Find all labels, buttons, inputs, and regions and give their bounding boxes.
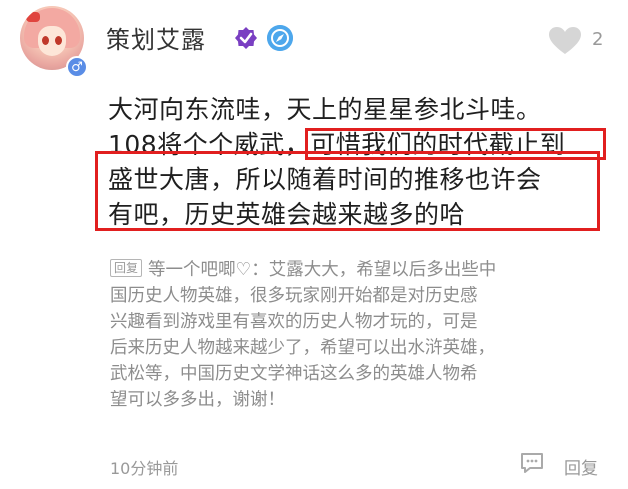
comment-line: 盛世大唐，所以随着时间的推移也许会	[108, 165, 542, 194]
reply-button[interactable]: 回复	[564, 454, 598, 479]
comment-line: 108将个个威武，可惜我们的时代截止到	[108, 130, 566, 159]
verified-official-icon	[235, 27, 257, 49]
quoted-reply-line: 望可以多多出，谢谢！	[110, 390, 285, 410]
quoted-reply-line: 回复 等一个吧唧♡：艾露大大，希望以后多出些中	[110, 257, 610, 283]
quoted-reply[interactable]: 回复 等一个吧唧♡：艾露大大，希望以后多出些中 国历史人物英雄，很多玩家刚开始都是…	[110, 257, 610, 413]
quoted-reply-text: 等一个吧唧♡：艾露大大，希望以后多出些中	[148, 260, 497, 280]
quoted-reply-line: 武松等，中国历史文学神话这么多的英雄人物希	[110, 364, 478, 384]
quoted-reply-line: 兴趣看到游戏里有喜欢的历史人物才玩的，可是	[110, 312, 478, 332]
comment-line: 大河向东流哇，天上的星星参北斗哇。	[108, 95, 542, 124]
comment-line: 有吧，历史英雄会越来越多的哈	[108, 200, 466, 229]
compass-badge-icon	[267, 25, 293, 51]
timestamp: 10分钟前	[110, 459, 179, 478]
like-count: 2	[592, 29, 604, 50]
like-heart-icon[interactable]	[548, 26, 582, 56]
male-gender-icon: ♂	[66, 56, 88, 78]
quoted-reply-line: 后来历史人物越来越少了，希望可以出水浒英雄，	[110, 338, 495, 358]
reply-tag: 回复	[110, 259, 143, 277]
comment-bubble-icon[interactable]	[519, 451, 545, 475]
comment-card: ♂ 策划艾露 2 大河向东流哇，天上的星星参北斗哇。 108将个个威武，可惜我们…	[0, 0, 628, 489]
author-name[interactable]: 策划艾露	[106, 20, 206, 55]
comment-body: 大河向东流哇，天上的星星参北斗哇。 108将个个威武，可惜我们的时代截止到 盛世…	[108, 92, 613, 232]
quoted-reply-line: 国历史人物英雄，很多玩家刚开始都是对历史感	[110, 286, 478, 306]
